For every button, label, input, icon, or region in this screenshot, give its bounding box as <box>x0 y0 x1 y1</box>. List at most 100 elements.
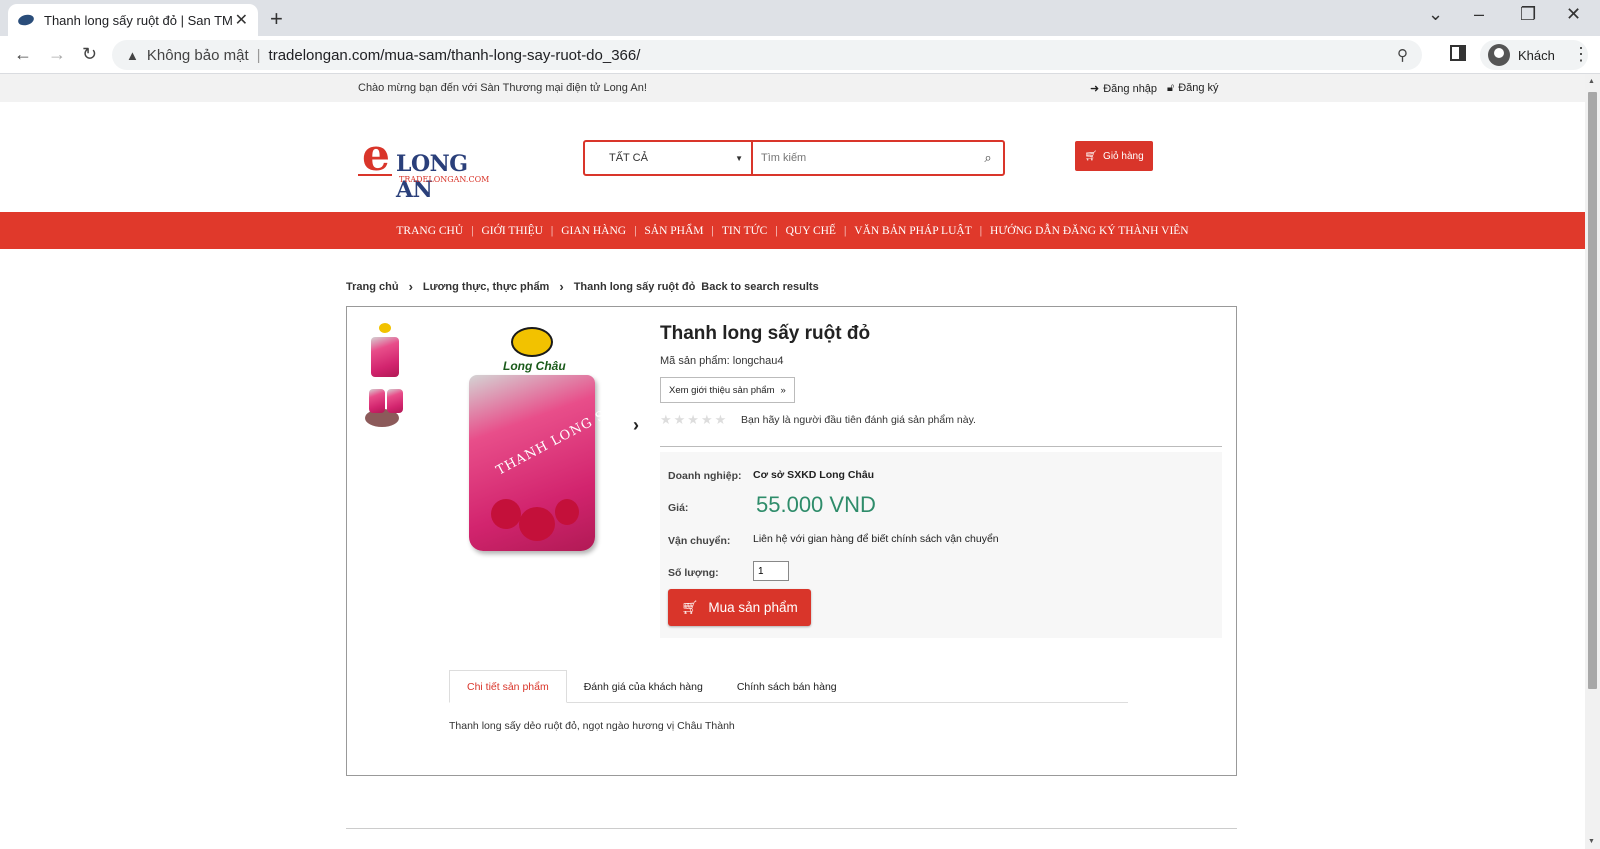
double-chevron-right-icon: » <box>780 384 786 396</box>
quantity-input[interactable] <box>753 561 789 581</box>
logo-cart-line <box>358 174 392 176</box>
search-input[interactable] <box>753 142 973 174</box>
security-label[interactable]: Không bảo mật <box>147 47 249 64</box>
rating-note: Bạn hãy là người đầu tiên đánh giá sản p… <box>741 414 976 426</box>
tab-search-chevron-icon[interactable]: ⌄ <box>1428 4 1443 25</box>
nav-divider: | <box>979 224 983 237</box>
welcome-text: Chào mừng bạn đến với Sàn Thương mại điệ… <box>358 82 647 94</box>
tab-product-details[interactable]: Chi tiết sản phẩm <box>449 670 567 703</box>
url-text[interactable]: tradelongan.com/mua-sam/thanh-long-say-r… <box>269 47 641 64</box>
forward-icon[interactable]: → <box>48 44 66 65</box>
buy-button[interactable]: 🛒︎ Mua sản phẩm <box>668 589 811 626</box>
top-info-bar: Chào mừng bạn đến với Sàn Thương mại điệ… <box>0 74 1585 102</box>
nav-item-about[interactable]: GIỚI THIỆU <box>473 225 550 237</box>
view-intro-label: Xem giới thiệu sản phẩm <box>669 384 775 396</box>
product-thumbnail-2[interactable] <box>363 387 407 431</box>
nav-item-regulations[interactable]: QUY CHẾ <box>778 225 844 237</box>
nav-item-legal-docs[interactable]: VĂN BẢN PHÁP LUẬT <box>846 225 979 237</box>
next-image-chevron-icon[interactable]: › <box>633 415 639 436</box>
login-icon: ➜ <box>1090 83 1100 95</box>
shipping-value: Liên hệ với gian hàng để biết chính sách… <box>753 533 999 545</box>
nav-item-products[interactable]: SẢN PHẨM <box>636 225 711 237</box>
close-window-icon[interactable]: ✕ <box>1566 4 1581 25</box>
nav-item-registration-guide[interactable]: HƯỚNG DẪN ĐĂNG KÝ THÀNH VIÊN <box>982 225 1197 237</box>
scroll-up-icon[interactable]: ▲ <box>1588 78 1595 85</box>
new-tab-icon[interactable]: + <box>270 6 283 32</box>
scrollbar-thumb[interactable] <box>1588 92 1597 689</box>
browser-tab[interactable]: Thanh long sấy ruột đỏ | San TM ✕ <box>8 4 258 36</box>
tab-sales-policy[interactable]: Chính sách bán hàng <box>720 670 854 703</box>
product-main-image[interactable]: Long Châu THANH LONG SẤY <box>463 321 627 553</box>
chevron-right-icon: › <box>408 279 413 294</box>
product-sku: Mã sản phẩm: longchau4 <box>660 355 784 367</box>
reload-icon[interactable]: ↻ <box>82 44 97 65</box>
auth-links: ➜ Đăng nhập 🔓︎ Đăng ký <box>1090 82 1219 95</box>
back-icon[interactable]: ← <box>14 44 32 65</box>
pouch-image <box>371 337 399 377</box>
pouch-image <box>369 389 385 413</box>
shipping-label: Vận chuyển: <box>668 535 731 547</box>
profile-label: Khách <box>1518 47 1555 63</box>
avatar-icon <box>1488 44 1510 66</box>
divider <box>660 446 1222 447</box>
browser-menu-icon[interactable]: ⋮ <box>1572 44 1590 65</box>
scroll-down-icon[interactable]: ▼ <box>1588 838 1595 845</box>
fruit-image <box>491 499 521 529</box>
brand-logo-mini <box>379 323 391 333</box>
purchase-info-panel: Doanh nghiệp: Cơ sở SXKD Long Châu Giá: … <box>660 452 1222 638</box>
side-panel-icon[interactable] <box>1450 45 1466 61</box>
site-logo[interactable]: e LONG AN TRADELONGAN.COM <box>358 134 502 203</box>
rating-stars[interactable]: ★★★★★ <box>660 412 728 428</box>
product-title: Thanh long sấy ruột đỏ <box>660 323 871 344</box>
product-thumbnail-1[interactable] <box>363 321 407 379</box>
nav-item-stores[interactable]: GIAN HÀNG <box>553 225 634 237</box>
footer-divider <box>346 828 1237 829</box>
product-description: Thanh long sấy dẻo ruột đỏ, ngọt ngào hư… <box>449 720 735 732</box>
breadcrumb-home[interactable]: Trang chủ <box>346 281 399 293</box>
price-label: Giá: <box>668 502 689 514</box>
cart-label: Giỏ hàng <box>1103 150 1144 162</box>
register-label: Đăng ký <box>1178 82 1219 94</box>
logo-subtext: TRADELONGAN.COM <box>399 175 490 184</box>
lock-icon: 🔓︎ <box>1167 82 1175 94</box>
category-select-value: TẤT CẢ <box>609 152 648 164</box>
main-nav: TRANG CHỦ | GIỚI THIỆU | GIAN HÀNG | SẢN PH… <box>0 212 1585 249</box>
price-value: 55.000 VND <box>756 492 876 517</box>
nav-divider: | <box>775 224 778 237</box>
tab-title: Thanh long sấy ruột đỏ | San TM <box>44 12 233 28</box>
warning-icon[interactable]: ▲ <box>126 48 139 63</box>
breadcrumb-category[interactable]: Lương thực, thực phẩm <box>423 281 549 293</box>
site-favicon-icon <box>16 13 36 27</box>
nav-divider: | <box>843 224 847 237</box>
search-icon[interactable]: ⌕ <box>973 142 1003 174</box>
back-to-results-link[interactable]: Back to search results <box>701 281 818 293</box>
tab-customer-reviews[interactable]: Đánh giá của khách hàng <box>567 670 720 703</box>
quantity-label: Số lượng: <box>668 567 719 579</box>
minimize-icon[interactable]: – <box>1474 4 1484 25</box>
breadcrumb: Trang chủ › Lương thực, thực phẩm › Than… <box>346 279 819 294</box>
caret-down-icon: ▼ <box>735 154 743 163</box>
category-select[interactable]: TẤT CẢ ▼ <box>585 142 753 174</box>
brand-name: Long Châu <box>503 359 566 373</box>
address-bar[interactable]: ▲ Không bảo mật | tradelongan.com/mua-sa… <box>112 40 1422 70</box>
product-tabs: Chi tiết sản phẩm Đánh giá của khách hàn… <box>449 670 1128 703</box>
close-tab-icon[interactable]: ✕ <box>235 10 248 30</box>
nav-divider: | <box>634 224 637 237</box>
fruit-image <box>555 499 579 525</box>
restore-icon[interactable]: ❐ <box>1520 4 1536 25</box>
register-link[interactable]: 🔓︎ Đăng ký <box>1167 82 1219 95</box>
view-intro-button[interactable]: Xem giới thiệu sản phẩm » <box>660 377 795 403</box>
nav-divider: | <box>711 224 714 237</box>
nav-divider: | <box>550 224 554 237</box>
business-label: Doanh nghiệp: <box>668 470 742 482</box>
nav-item-home[interactable]: TRANG CHỦ <box>388 225 471 237</box>
cart-icon: 🛒︎ <box>681 599 699 615</box>
cart-button[interactable]: 🛒︎ Giỏ hàng <box>1075 141 1153 171</box>
product-panel: Long Châu THANH LONG SẤY › Thanh long sấ… <box>346 306 1237 776</box>
zoom-icon[interactable]: ⚲ <box>1397 46 1408 64</box>
nav-item-news[interactable]: TIN TỨC <box>714 225 775 237</box>
business-value[interactable]: Cơ sở SXKD Long Châu <box>753 469 874 481</box>
login-link[interactable]: ➜ Đăng nhập <box>1090 82 1157 95</box>
browser-toolbar: ← → ↻ ▲ Không bảo mật | tradelongan.com/… <box>0 36 1600 74</box>
chevron-right-icon: › <box>559 279 564 294</box>
